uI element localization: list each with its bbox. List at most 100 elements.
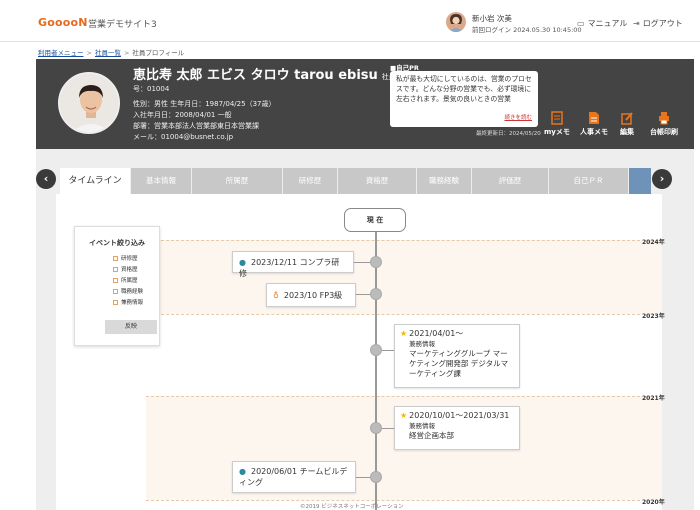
event-card[interactable]: ● 2023/12/11 コンプラ研修	[232, 251, 354, 278]
manual-link[interactable]: ▭ マニュアル	[577, 18, 627, 29]
mymemo-label: myメモ	[544, 128, 570, 136]
self-pr-text: 私が最も大切にしているのは、営業のプロセスです。どんな分野の営業でも、必ず環境に…	[396, 75, 532, 103]
employee-dept: 部署：営業本部法人営業部東日本営業課	[133, 122, 259, 130]
event-date: 2021/04/01～	[409, 329, 464, 338]
employee-joined: 入社年月日：2008/04/01 一般	[133, 111, 232, 119]
employee-photo	[58, 72, 120, 134]
divider	[146, 240, 640, 241]
divider	[146, 396, 640, 397]
self-pr-box: 私が最も大切にしているのは、営業のプロセスです。どんな分野の営業でも、必ず環境に…	[390, 71, 538, 127]
app-logo[interactable]: GooooN	[38, 16, 88, 29]
print-label: 台帳印刷	[650, 128, 678, 136]
year-label: 2024年	[642, 239, 665, 246]
filter-title: イベント絞り込み	[89, 239, 145, 247]
breadcrumb: 利用者メニュー > 社員一覧 > 社員プロフィール	[38, 47, 184, 57]
star-icon: ★	[400, 411, 408, 420]
breadcrumb-sep: >	[86, 49, 92, 57]
top-bar: GooooN 営業デモサイト3 新小岩 次美 前回ログイン 2024.05.30…	[0, 0, 700, 42]
edit-icon	[621, 112, 633, 125]
event-card[interactable]: ♁ 2023/10 FP3級	[266, 283, 356, 307]
checkbox[interactable]	[113, 255, 118, 261]
event-type: 兼務情報	[409, 422, 435, 430]
employee-name-text: 恵比寿 太郎 エビス タロウ tarou ebisu	[133, 68, 378, 83]
hr-memo-button[interactable]: 人事メモ	[580, 111, 608, 137]
timeline-dot	[370, 471, 382, 483]
edit-button[interactable]: 編集	[620, 111, 634, 137]
event-date: 2020/10/01～2021/03/31	[409, 411, 510, 420]
next-tab-button[interactable]: ›	[652, 169, 672, 189]
footer-copyright: ©2019 ビジネスネットコーポレーション	[300, 504, 404, 510]
employee-email: メール：01004@busnet.co.jp	[133, 133, 234, 141]
breadcrumb-sep: >	[123, 49, 130, 57]
employee-number: 号：01004	[133, 85, 170, 93]
timeline-dot	[370, 422, 382, 434]
person-icon: ●	[239, 258, 246, 267]
breadcrumb-user-menu[interactable]: 利用者メニュー	[38, 49, 84, 57]
breadcrumb-current: 社員プロフィール	[132, 49, 185, 57]
mymemo-button[interactable]: myメモ	[544, 111, 570, 137]
logout-label: ログアウト	[642, 19, 683, 28]
profile-panel: 恵比寿 太郎 エビス タロウ tarou ebisu社員番 号：01004 性別…	[36, 59, 694, 149]
prev-tab-button[interactable]: ‹	[36, 169, 56, 189]
star-icon: ★	[400, 329, 408, 338]
book-icon: ▭	[577, 19, 585, 28]
event-card[interactable]: ● 2020/06/01 チームビルディング	[232, 461, 356, 493]
event-detail: マーケティンググループ マーケティング開発部 デジタルマーケティング課	[409, 349, 509, 378]
divider	[146, 500, 640, 501]
tab-affiliation[interactable]: 所属歴	[192, 168, 282, 194]
chevron-left-icon: ‹	[43, 172, 49, 185]
divider	[146, 314, 640, 315]
print-button[interactable]: 台帳印刷	[650, 111, 678, 137]
year-band-2024	[146, 240, 662, 314]
filter-option-affiliation[interactable]: 所属歴	[113, 276, 138, 284]
employee-name: 恵比寿 太郎 エビス タロウ tarou ebisu社員番	[133, 64, 403, 83]
edit-label: 編集	[620, 128, 634, 136]
last-updated: 最終更新日：2024/05/20	[476, 131, 541, 137]
apply-filter-button[interactable]: 反映	[105, 320, 157, 334]
tab-basic-info[interactable]: 基本情報	[131, 168, 191, 194]
site-title: 営業デモサイト3	[88, 20, 157, 30]
filter-option-experience[interactable]: 職務経験	[113, 287, 143, 295]
logo-text: GooooN	[38, 16, 88, 29]
checkbox[interactable]	[113, 266, 118, 272]
chevron-right-icon: ›	[659, 172, 665, 185]
memo-icon	[551, 111, 563, 125]
tab-qualification[interactable]: 資格歴	[338, 168, 416, 194]
event-type: 兼務情報	[409, 340, 435, 348]
connector	[382, 428, 394, 429]
checkbox[interactable]	[113, 288, 118, 294]
document-icon	[589, 112, 599, 124]
checkbox[interactable]	[113, 299, 118, 305]
read-more-link[interactable]: 続きを読む	[504, 114, 532, 124]
tab-timeline[interactable]: タイムライン	[60, 168, 130, 194]
connector	[382, 350, 394, 351]
event-card[interactable]: ★ 2020/10/01～2021/03/31 兼務情報 経営企画本部	[394, 406, 520, 450]
filter-option-concurrent[interactable]: 兼務情報	[113, 298, 143, 306]
logout-icon: ⇥	[633, 19, 640, 28]
timeline-dot	[370, 344, 382, 356]
manual-label: マニュアル	[587, 19, 628, 28]
tab-overflow[interactable]	[629, 168, 651, 194]
user-avatar	[446, 12, 466, 32]
award-icon: ♁	[273, 291, 279, 300]
year-label: 2020年	[642, 499, 665, 506]
print-icon	[659, 112, 669, 125]
person-icon: ●	[239, 467, 246, 476]
breadcrumb-employee-list[interactable]: 社員一覧	[95, 49, 121, 57]
employee-gender-birth: 性別：男性 生年月日：1987/04/25（37歳）	[133, 100, 276, 108]
event-detail: 経営企画本部	[409, 431, 454, 440]
tab-evaluation[interactable]: 評価歴	[472, 168, 548, 194]
year-label: 2023年	[642, 313, 665, 320]
event-card[interactable]: ★ 2021/04/01～ 兼務情報 マーケティンググループ マーケティング開発部…	[394, 324, 520, 388]
logout-link[interactable]: ⇥ ログアウト	[633, 18, 683, 29]
filter-option-training[interactable]: 研修歴	[113, 254, 138, 262]
filter-option-qualification[interactable]: 資格歴	[113, 265, 138, 273]
last-login: 前回ログイン 2024.05.30 10:45:00	[472, 26, 582, 34]
tab-self-pr[interactable]: 自己ＰＲ	[549, 168, 628, 194]
now-marker: 現 在	[344, 208, 406, 232]
tab-training[interactable]: 研修歴	[283, 168, 337, 194]
tab-experience[interactable]: 職務経験	[417, 168, 471, 194]
hr-memo-label: 人事メモ	[580, 128, 608, 136]
checkbox[interactable]	[113, 277, 118, 283]
connector	[356, 477, 370, 478]
